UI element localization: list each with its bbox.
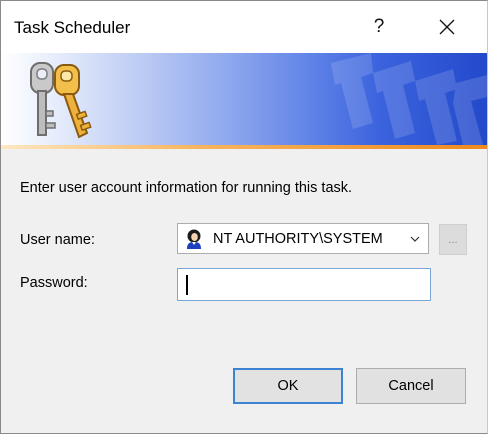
chevron-down-icon[interactable]: [410, 235, 420, 243]
task-scheduler-dialog: Task Scheduler ? Enter user account info…: [0, 0, 488, 434]
user-name-combobox[interactable]: NT AUTHORITY\SYSTEM: [177, 223, 429, 254]
user-name-label: User name:: [20, 232, 95, 248]
title-bar: Task Scheduler ?: [1, 1, 487, 53]
instruction-text: Enter user account information for runni…: [20, 180, 353, 196]
close-icon: [439, 19, 455, 35]
window-title: Task Scheduler: [14, 18, 131, 37]
user-icon: [187, 229, 201, 249]
user-name-value: NT AUTHORITY\SYSTEM: [213, 231, 383, 247]
header-banner: [1, 53, 487, 145]
browse-user-button[interactable]: ...: [439, 224, 467, 255]
banner-accent-line: [1, 145, 487, 149]
help-button[interactable]: ?: [347, 1, 411, 53]
cancel-button[interactable]: Cancel: [356, 368, 466, 404]
ok-button[interactable]: OK: [233, 368, 343, 404]
close-button[interactable]: [415, 1, 479, 53]
text-caret: [186, 275, 188, 295]
keys-icon: [30, 62, 92, 139]
password-field[interactable]: [177, 268, 431, 301]
password-label: Password:: [20, 275, 88, 291]
